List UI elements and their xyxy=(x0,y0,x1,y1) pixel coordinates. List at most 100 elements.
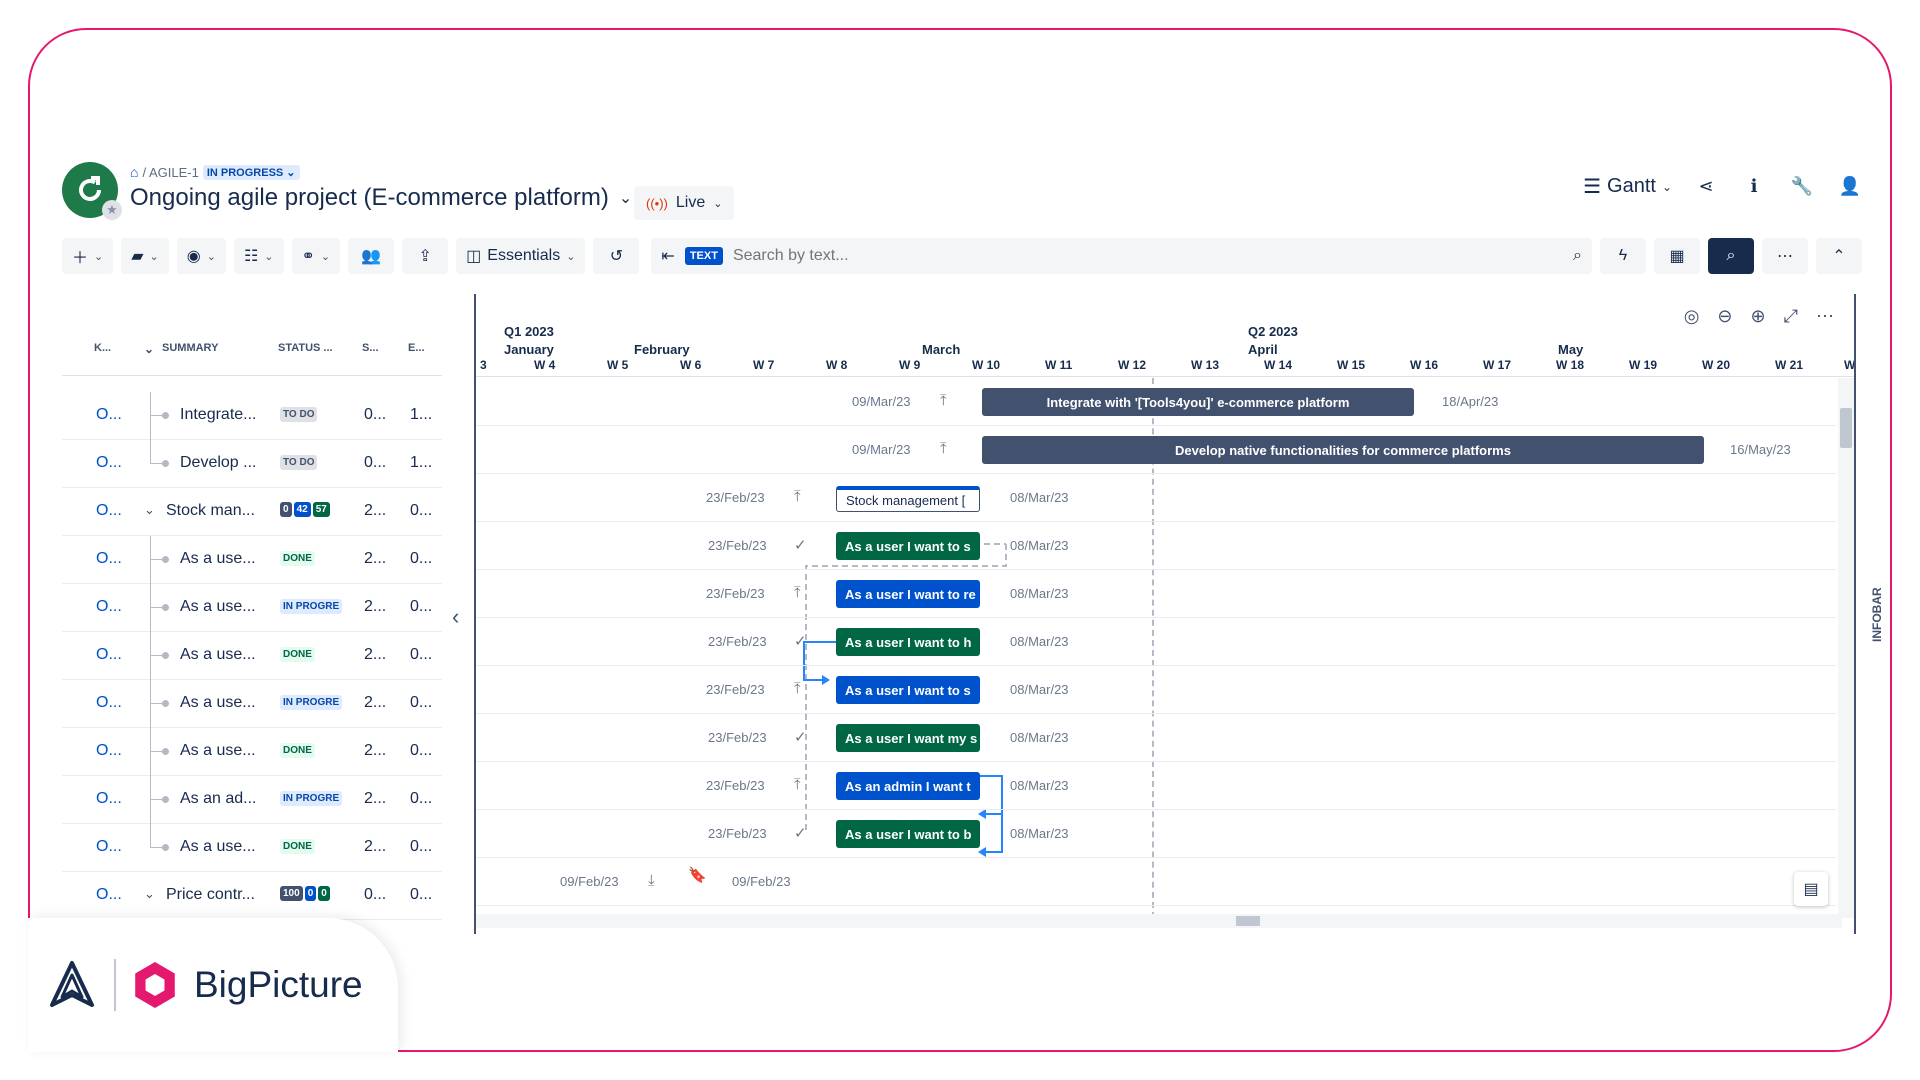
project-avatar[interactable]: ★ xyxy=(62,162,122,220)
table-row[interactable]: O... ⌄ Stock man... 0 42 57 2... 0... xyxy=(62,488,442,536)
share-icon[interactable]: ⋖ xyxy=(1692,176,1720,197)
zoom-in-icon[interactable]: ⊕ xyxy=(1751,306,1766,327)
end-date-cell[interactable]: 0... xyxy=(410,694,432,712)
gantt-bar-task[interactable]: As a user I want to h xyxy=(836,628,980,656)
expand-icon[interactable]: ⤢ xyxy=(1784,306,1798,327)
gantt-bar-epic[interactable]: Integrate with '[Tools4you]' e-commerce … xyxy=(982,388,1414,416)
milestone-bookmark-icon[interactable]: 🔖 xyxy=(688,866,707,884)
issue-summary[interactable]: Price contr... xyxy=(166,886,255,904)
zoom-out-icon[interactable]: ⊖ xyxy=(1717,306,1732,327)
more-icon[interactable]: ⋯ xyxy=(1816,306,1834,327)
status-badge[interactable]: DONE xyxy=(280,743,315,758)
scrollbar-thumb[interactable] xyxy=(1236,916,1260,926)
issue-summary[interactable]: As a use... xyxy=(180,550,256,568)
collapse-header-button[interactable]: ⌃ xyxy=(1816,238,1862,274)
start-date-cell[interactable]: 0... xyxy=(364,454,386,472)
breadcrumb-key[interactable]: / AGILE-1 xyxy=(142,165,198,180)
issue-summary[interactable]: As a use... xyxy=(180,742,256,760)
status-badge[interactable]: TO DO xyxy=(280,407,318,422)
gantt-bar-task[interactable]: As an admin I want t xyxy=(836,772,980,800)
start-date-cell[interactable]: 2... xyxy=(364,790,386,808)
issue-key[interactable]: O... xyxy=(96,886,122,904)
issue-key[interactable]: O... xyxy=(96,502,122,520)
status-badge[interactable]: TO DO xyxy=(280,455,318,470)
start-date-cell[interactable]: 2... xyxy=(364,838,386,856)
table-row[interactable]: O... Develop ... TO DO 0... 1... xyxy=(62,440,442,488)
live-mode-button[interactable]: ((•)) Live ⌄ xyxy=(634,186,735,220)
vertical-scrollbar[interactable] xyxy=(1838,378,1854,918)
status-badge[interactable]: IN PROGRE xyxy=(280,695,342,710)
start-date-cell[interactable]: 2... xyxy=(364,694,386,712)
automation-button[interactable]: ϟ xyxy=(1600,238,1646,274)
undo-button[interactable]: ↺ xyxy=(593,238,640,274)
issue-key[interactable]: O... xyxy=(96,646,122,664)
status-badge[interactable]: DONE xyxy=(280,839,315,854)
table-row[interactable]: O... Integrate... TO DO 0... 1... xyxy=(62,392,442,440)
infobar-toggle[interactable]: INFOBAR xyxy=(1870,587,1884,642)
status-badge[interactable]: IN PROGRE xyxy=(280,791,342,806)
essentials-button[interactable]: ◫ Essentials ⌄ xyxy=(456,238,586,274)
end-date-cell[interactable]: 0... xyxy=(410,550,432,568)
table-row[interactable]: O... As an ad... IN PROGRE 2... 0... xyxy=(62,776,442,824)
table-row[interactable]: O... As a use... DONE 2... 0... xyxy=(62,824,442,872)
view-options-button[interactable]: ◉ ⌄ xyxy=(176,238,226,274)
table-row[interactable]: O... ⌄ Price contr... 100 0 0 0... 0... xyxy=(62,872,442,920)
jump-to-icon[interactable]: ⇤ xyxy=(661,246,674,266)
start-date-cell[interactable]: 2... xyxy=(364,502,386,520)
issue-key[interactable]: O... xyxy=(96,790,122,808)
breadcrumb-status-badge[interactable]: IN PROGRESS ⌄ xyxy=(202,164,300,180)
end-date-cell[interactable]: 0... xyxy=(410,838,432,856)
gantt-bar-task[interactable]: As a user I want to s xyxy=(836,676,980,704)
start-date-cell[interactable]: 0... xyxy=(364,406,386,424)
wrench-icon[interactable]: 🔧 xyxy=(1788,176,1816,197)
gantt-bar-group[interactable]: Stock management [ xyxy=(836,486,980,512)
column-status[interactable]: STATUS ... xyxy=(278,342,333,354)
search-mode-tag[interactable]: TEXT xyxy=(684,247,723,265)
table-row[interactable]: O... As a use... IN PROGRE 2... 0... xyxy=(62,584,442,632)
end-date-cell[interactable]: 0... xyxy=(410,790,432,808)
gantt-bar-task[interactable]: As a user I want to b xyxy=(836,820,980,848)
table-row[interactable]: O... As a use... DONE 2... 0... xyxy=(62,536,442,584)
team-button[interactable]: 👥 xyxy=(348,238,395,274)
chevron-down-icon[interactable]: ⌄ xyxy=(144,886,155,902)
end-date-cell[interactable]: 0... xyxy=(410,598,432,616)
issue-key[interactable]: O... xyxy=(96,838,122,856)
view-switcher[interactable]: ☰ Gantt ⌄ xyxy=(1583,174,1672,199)
columns-button[interactable]: ☷ ⌄ xyxy=(233,238,284,274)
gantt-bar-task[interactable]: As a user I want my s xyxy=(836,724,980,752)
table-row[interactable]: O... As a use... DONE 2... 0... xyxy=(62,728,442,776)
status-badge[interactable]: DONE xyxy=(280,647,315,662)
start-date-cell[interactable]: 2... xyxy=(364,742,386,760)
issue-summary[interactable]: As an ad... xyxy=(180,790,257,808)
add-button[interactable]: ＋ ⌄ xyxy=(62,238,114,274)
issue-summary[interactable]: Develop ... xyxy=(180,454,256,472)
status-badge[interactable]: DONE xyxy=(280,551,315,566)
folder-button[interactable]: ▰ ⌄ xyxy=(121,238,169,274)
collapse-grid-chevron-icon[interactable]: ‹ xyxy=(452,604,459,630)
table-row[interactable]: O... As a use... IN PROGRE 2... 0... xyxy=(62,680,442,728)
issue-summary[interactable]: As a use... xyxy=(180,694,256,712)
issue-key[interactable]: O... xyxy=(96,550,122,568)
user-icon[interactable]: 👤 xyxy=(1836,176,1864,197)
table-row[interactable]: O... As a use... DONE 2... 0... xyxy=(62,632,442,680)
column-key[interactable]: K... xyxy=(94,342,111,354)
gantt-bar-task[interactable]: As a user I want to s xyxy=(836,532,980,560)
project-title[interactable]: Ongoing agile project (E-commerce platfo… xyxy=(130,184,632,212)
start-date-cell[interactable]: 2... xyxy=(364,550,386,568)
start-date-cell[interactable]: 0... xyxy=(364,886,386,904)
column-end[interactable]: E... xyxy=(408,342,425,354)
start-date-cell[interactable]: 2... xyxy=(364,646,386,664)
end-date-cell[interactable]: 0... xyxy=(410,646,432,664)
issue-summary[interactable]: As a use... xyxy=(180,598,256,616)
horizontal-scrollbar[interactable] xyxy=(476,914,1842,928)
issue-key[interactable]: O... xyxy=(96,454,122,472)
info-icon[interactable]: ℹ xyxy=(1740,176,1768,197)
issue-key[interactable]: O... xyxy=(96,598,122,616)
end-date-cell[interactable]: 0... xyxy=(410,886,432,904)
issue-summary[interactable]: As a use... xyxy=(180,838,256,856)
search-icon[interactable]: ⌕ xyxy=(1573,247,1582,265)
issue-key[interactable]: O... xyxy=(96,694,122,712)
end-date-cell[interactable]: 1... xyxy=(410,454,432,472)
more-button[interactable]: ⋯ xyxy=(1762,238,1808,274)
search-toggle-button[interactable]: ⌕ xyxy=(1708,238,1754,274)
